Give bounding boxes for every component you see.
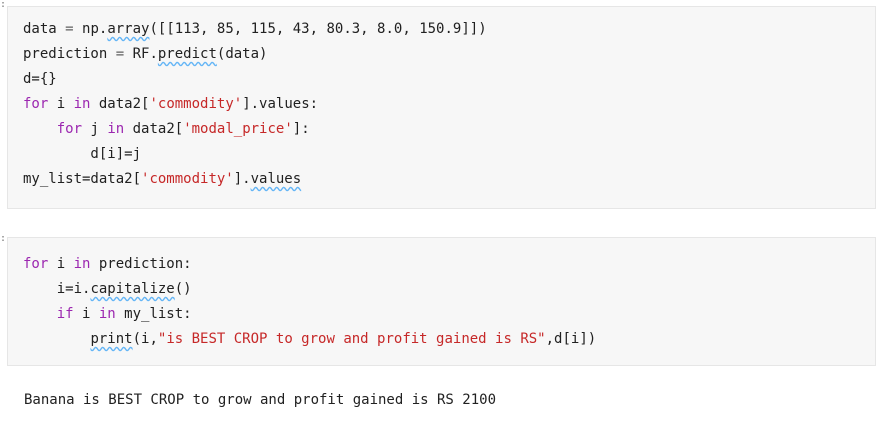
code-line: data = np.array([[113, 85, 115, 43, 80.3… — [23, 17, 487, 42]
code-cell-1[interactable]: data = np.array([[113, 85, 115, 43, 80.3… — [7, 6, 876, 209]
code-token: if — [56, 306, 74, 322]
code-token: predict — [157, 46, 217, 62]
code-line: for i in data2['commodity'].values: — [23, 92, 487, 117]
code-line: for i in prediction: — [23, 252, 596, 277]
cell-output-text: Banana is BEST CROP to grow and profit g… — [24, 392, 497, 408]
code-editor-1[interactable]: data = np.array([[113, 85, 115, 43, 80.3… — [23, 17, 487, 192]
code-token: for — [23, 256, 49, 272]
code-token: "is BEST CROP to grow and profit gained … — [157, 331, 546, 347]
code-token: ,d[i]) — [545, 331, 597, 347]
code-token: my_list=data2[ — [23, 171, 142, 187]
code-token: in — [73, 96, 91, 112]
code-token: ].values: — [242, 96, 319, 112]
code-token: ([[113, 85, 115, 43, 80.3, 8.0, 150.9]]) — [149, 21, 487, 37]
code-token: values — [250, 171, 302, 187]
code-token: data2[ — [90, 96, 150, 112]
code-line: i=i.capitalize() — [23, 277, 596, 302]
code-line: if i in my_list: — [23, 302, 596, 327]
code-line: my_list=data2['commodity'].values — [23, 167, 487, 192]
code-token: in — [73, 256, 91, 272]
code-token: i — [48, 96, 74, 112]
code-token: in — [98, 306, 116, 322]
code-line: for j in data2['modal_price']: — [23, 117, 487, 142]
code-token: ]: — [292, 121, 310, 137]
code-token: () — [174, 281, 192, 297]
code-token: 'commodity' — [141, 171, 234, 187]
code-token: d={} — [23, 71, 57, 87]
code-token: prediction — [23, 46, 116, 62]
code-line: print(i,"is BEST CROP to grow and profit… — [23, 327, 596, 352]
cell-1-gutter-marker: : — [0, 0, 7, 10]
code-token: ]. — [233, 171, 251, 187]
code-token: (data) — [216, 46, 268, 62]
code-token: = — [115, 46, 125, 62]
code-token: RF. — [124, 46, 158, 62]
code-token: in — [107, 121, 125, 137]
code-token: j — [82, 121, 108, 137]
code-line: d={} — [23, 67, 487, 92]
code-token: (i, — [132, 331, 158, 347]
code-line: d[i]=j — [23, 142, 487, 167]
code-token: for — [56, 121, 83, 137]
code-cell-2[interactable]: for i in prediction: i=i.capitalize() if… — [7, 237, 876, 366]
code-token: prediction: — [90, 256, 192, 272]
code-token: my_list: — [115, 306, 192, 322]
code-token: capitalize — [90, 281, 175, 297]
code-token: i — [48, 256, 74, 272]
code-token: for — [23, 96, 49, 112]
code-line: prediction = RF.predict(data) — [23, 42, 487, 67]
code-token: print — [90, 331, 133, 347]
code-token: i=i. — [23, 281, 91, 297]
cell-2-gutter-marker: : — [0, 233, 7, 244]
code-token: d[i]=j — [23, 146, 142, 162]
code-token: 'commodity' — [149, 96, 243, 112]
code-token: np. — [73, 21, 108, 37]
code-token: data2[ — [124, 121, 184, 137]
code-token: = — [65, 21, 74, 37]
code-token: i — [73, 306, 99, 322]
code-editor-2[interactable]: for i in prediction: i=i.capitalize() if… — [23, 252, 596, 352]
code-token: data — [23, 21, 66, 37]
code-token: array — [107, 21, 150, 37]
code-token: 'modal_price' — [183, 121, 293, 137]
